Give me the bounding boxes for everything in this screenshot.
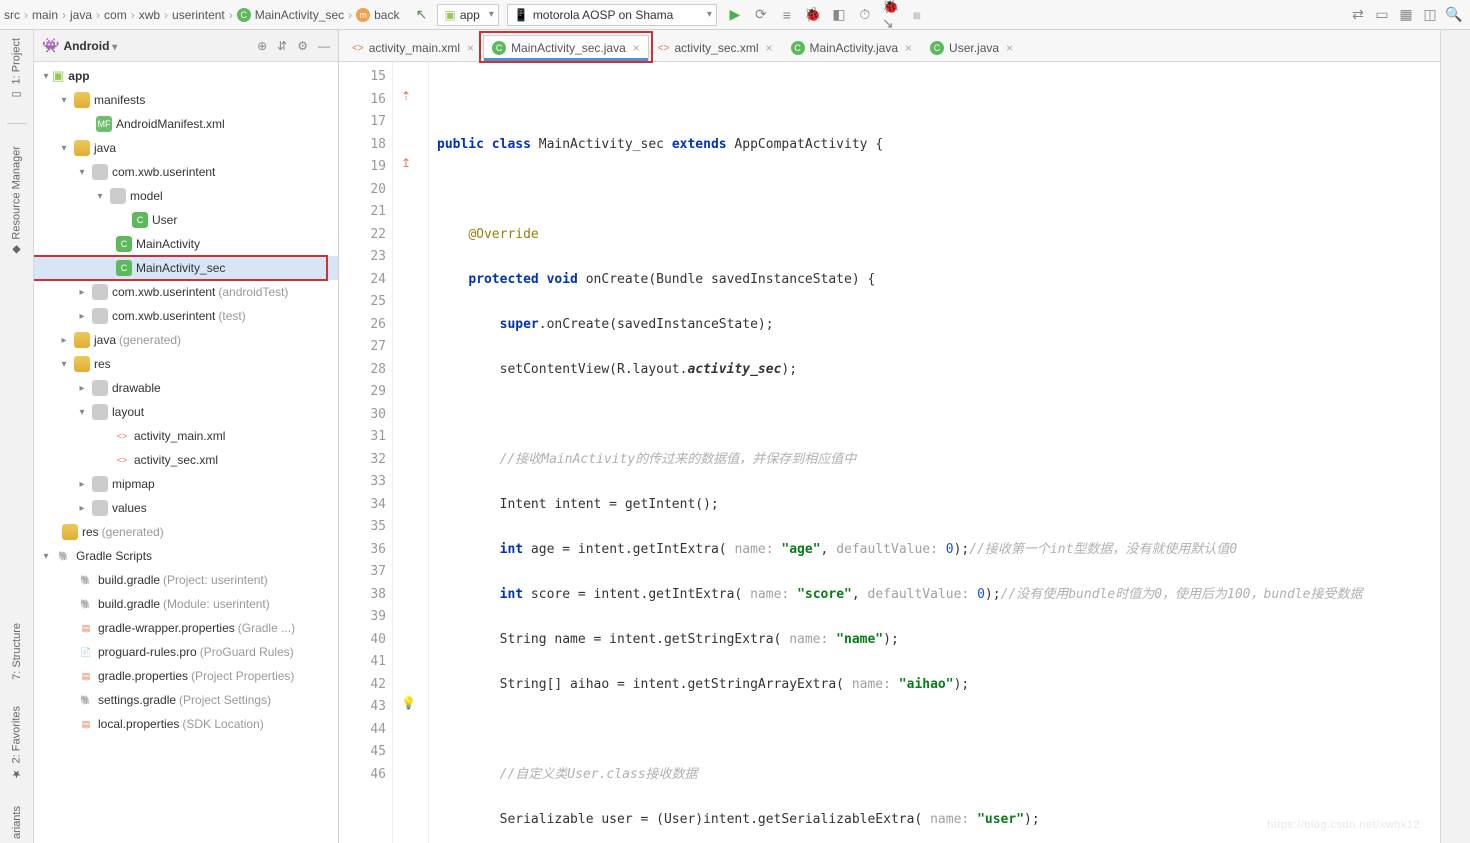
file-tab-bar: <>activity_main.xml× CMainActivity_sec.j… <box>339 30 1440 62</box>
tree-model[interactable]: ▾model <box>34 184 338 208</box>
override-gutter-icon[interactable]: ⇡ <box>401 89 411 103</box>
close-icon[interactable]: × <box>905 41 912 55</box>
close-icon[interactable]: × <box>467 41 474 55</box>
tree-java-gen[interactable]: ▸java(generated) <box>34 328 338 352</box>
android-icon: 👾 <box>42 37 59 54</box>
split-icon[interactable]: ⇵ <box>277 39 287 53</box>
close-icon[interactable]: × <box>633 41 640 55</box>
editor-area: <>activity_main.xml× CMainActivity_sec.j… <box>339 30 1440 843</box>
tree-activity-main-xml[interactable]: <>activity_main.xml <box>34 424 338 448</box>
project-panel-header: 👾 Android ⊕ ⇵ ⚙ — <box>34 30 338 62</box>
file-tab[interactable]: <>activity_sec.xml× <box>649 35 782 61</box>
tree-mipmap[interactable]: ▸mipmap <box>34 472 338 496</box>
tree-pkg-android-test[interactable]: ▸com.xwb.userintent(androidTest) <box>34 280 338 304</box>
tree-gradle-properties[interactable]: ▤gradle.properties(Project Properties) <box>34 664 338 688</box>
structure-tool-tab[interactable]: 7: Structure <box>11 619 23 684</box>
close-icon[interactable]: × <box>1006 41 1013 55</box>
tree-local-properties[interactable]: ▤local.properties(SDK Location) <box>34 712 338 736</box>
tree-build-gradle-project[interactable]: 🐘build.gradle(Project: userintent) <box>34 568 338 592</box>
favorites-tool-tab[interactable]: ★2: Favorites <box>10 702 23 784</box>
apply-changes-icon[interactable]: ⟳ <box>753 7 769 23</box>
file-tab[interactable]: CMainActivity_sec.java× <box>483 35 649 61</box>
sync-icon[interactable]: ⇄ <box>1350 7 1366 23</box>
tree-main-activity-sec[interactable]: CMainActivity_sec <box>34 256 338 280</box>
tree-gradle-scripts[interactable]: ▾🐘Gradle Scripts <box>34 544 338 568</box>
tree-res-gen[interactable]: res(generated) <box>34 520 338 544</box>
crumb[interactable]: src <box>4 8 20 22</box>
tree-pkg-test[interactable]: ▸com.xwb.userintent(test) <box>34 304 338 328</box>
crumb[interactable]: userintent <box>172 8 225 22</box>
right-tool-strip <box>1440 30 1470 843</box>
tree-build-gradle-module[interactable]: 🐘build.gradle(Module: userintent) <box>34 592 338 616</box>
tree-values[interactable]: ▸values <box>34 496 338 520</box>
sdk-icon[interactable]: ▦ <box>1398 7 1414 23</box>
file-tab[interactable]: CMainActivity.java× <box>782 35 922 61</box>
profiler-icon[interactable]: ⏱ <box>857 7 873 23</box>
gear-icon[interactable]: ⚙ <box>297 39 308 53</box>
crumb[interactable]: xwb <box>139 8 160 22</box>
bulb-icon[interactable]: 💡 <box>401 696 416 710</box>
tree-user-class[interactable]: CUser <box>34 208 338 232</box>
layout-inspector-icon[interactable]: ◫ <box>1422 7 1438 23</box>
debug-icon[interactable]: 🐞 <box>805 7 821 23</box>
tree-layout[interactable]: ▾layout <box>34 400 338 424</box>
tree-proguard[interactable]: 📄proguard-rules.pro(ProGuard Rules) <box>34 640 338 664</box>
tree-package[interactable]: ▾com.xwb.userintent <box>34 160 338 184</box>
class-icon: C <box>237 8 251 22</box>
device-dropdown[interactable]: 📱motorola AOSP on Shama <box>507 4 717 26</box>
tree-gradle-wrapper[interactable]: ▤gradle-wrapper.properties(Gradle ...) <box>34 616 338 640</box>
tree-settings-gradle[interactable]: 🐘settings.gradle(Project Settings) <box>34 688 338 712</box>
attach-debugger-icon[interactable]: 🐞↘ <box>883 7 899 23</box>
top-toolbar: src› main› java› com› xwb› userintent› C… <box>0 0 1470 30</box>
gutter-marks: ⇡ ↥ 💡 <box>393 62 429 843</box>
file-tab[interactable]: <>activity_main.xml× <box>343 35 483 61</box>
hide-icon[interactable]: — <box>318 39 330 53</box>
avd-icon[interactable]: ▭ <box>1374 7 1390 23</box>
target-icon[interactable]: ⊕ <box>257 39 267 53</box>
method-icon: m <box>356 8 370 22</box>
code-editor[interactable]: public class MainActivity_sec extends Ap… <box>429 62 1440 843</box>
crumb[interactable]: com <box>104 8 127 22</box>
hammer-icon[interactable]: ↖ <box>413 7 429 23</box>
variants-tool-tab[interactable]: ariants <box>11 802 23 843</box>
tree-manifests[interactable]: ▾manifests <box>34 88 338 112</box>
tree-activity-sec-xml[interactable]: <>activity_sec.xml <box>34 448 338 472</box>
override-gutter-icon[interactable]: ↥ <box>401 156 411 170</box>
watermark: https://blog.csdn.net/xwbk12 <box>1267 819 1420 831</box>
run-config-dropdown[interactable]: ▣app <box>437 4 498 26</box>
project-panel: 👾 Android ⊕ ⇵ ⚙ — ▾▣app ▾manifests MFAnd… <box>34 30 339 843</box>
close-icon[interactable]: × <box>766 41 773 55</box>
crumb[interactable]: MainActivity_sec <box>255 8 344 22</box>
line-numbers: 1516171819202122232425262728293031323334… <box>339 62 393 843</box>
project-view-selector[interactable]: Android <box>63 39 117 53</box>
project-tool-tab[interactable]: ▭1: Project <box>10 34 23 105</box>
run-icon[interactable]: ▶ <box>727 7 743 23</box>
apply-code-icon[interactable]: ≡ <box>779 7 795 23</box>
breadcrumb[interactable]: src› main› java› com› xwb› userintent› C… <box>4 8 399 22</box>
crumb[interactable]: main <box>32 8 58 22</box>
tree-manifest-file[interactable]: MFAndroidManifest.xml <box>34 112 338 136</box>
search-icon[interactable]: 🔍 <box>1446 7 1462 23</box>
tree-main-activity[interactable]: CMainActivity <box>34 232 338 256</box>
tree-drawable[interactable]: ▸drawable <box>34 376 338 400</box>
file-tab[interactable]: CUser.java× <box>921 35 1022 61</box>
resmgr-tool-tab[interactable]: ◆Resource Manager <box>10 142 23 261</box>
coverage-icon[interactable]: ◧ <box>831 7 847 23</box>
crumb[interactable]: back <box>374 8 399 22</box>
tree-app[interactable]: ▾▣app <box>34 64 338 88</box>
project-tree[interactable]: ▾▣app ▾manifests MFAndroidManifest.xml ▾… <box>34 62 338 843</box>
stop-icon[interactable]: ■ <box>909 7 925 23</box>
tree-res[interactable]: ▾res <box>34 352 338 376</box>
left-tool-strip: ▭1: Project ◆Resource Manager 7: Structu… <box>0 30 34 843</box>
crumb[interactable]: java <box>70 8 92 22</box>
tree-java[interactable]: ▾java <box>34 136 338 160</box>
